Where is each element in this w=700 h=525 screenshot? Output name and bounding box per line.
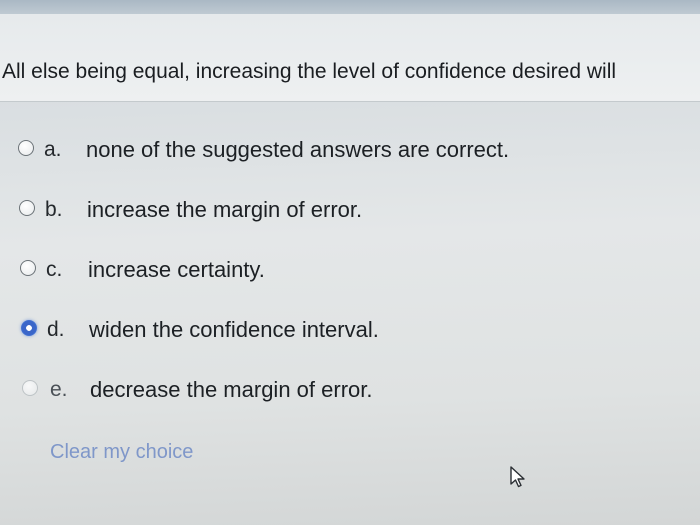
option-letter: e. [50, 378, 68, 401]
radio-d-selected[interactable] [21, 320, 37, 336]
option-a[interactable]: a. none of the suggested answers are cor… [0, 132, 700, 172]
radio-c[interactable] [20, 260, 36, 276]
option-letter: b. [45, 198, 63, 221]
top-edge [0, 0, 700, 14]
option-label: widen the confidence interval. [89, 317, 379, 342]
question-header: All else being equal, increasing the lev… [0, 14, 700, 102]
radio-a[interactable] [18, 140, 34, 156]
option-label: increase the margin of error. [87, 197, 363, 222]
option-label: decrease the margin of error. [90, 377, 373, 402]
question-text: All else being equal, increasing the lev… [2, 60, 617, 83]
radio-b[interactable] [19, 200, 35, 216]
option-label: increase certainty. [88, 257, 265, 282]
option-c[interactable]: c. increase certainty. [0, 252, 700, 292]
option-d[interactable]: d. widen the confidence interval. [0, 312, 700, 352]
radio-e[interactable] [22, 380, 38, 396]
clear-my-choice-link[interactable]: Clear my choice [50, 441, 193, 464]
option-b[interactable]: b. increase the margin of error. [0, 192, 700, 232]
option-letter: c. [46, 258, 63, 281]
option-letter: a. [44, 138, 62, 161]
option-label: none of the suggested answers are correc… [86, 137, 510, 162]
option-letter: d. [47, 318, 65, 341]
option-e[interactable]: e. decrease the margin of error. [0, 372, 700, 412]
mouse-pointer-icon [510, 466, 525, 488]
